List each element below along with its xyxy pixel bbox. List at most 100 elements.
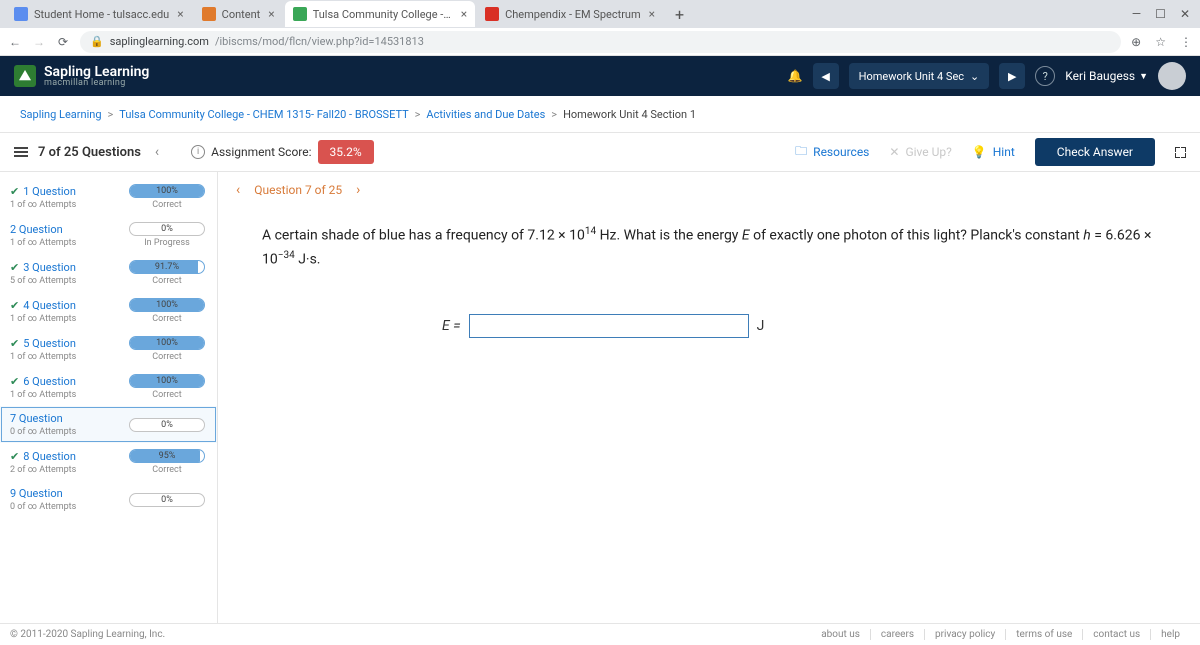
- bell-icon[interactable]: 🔔: [788, 69, 803, 83]
- favicon: [293, 7, 307, 21]
- breadcrumb-item[interactable]: Activities and Due Dates: [426, 108, 545, 121]
- question-row[interactable]: ✔8 Question2 of ∞ Attempts95%Correct: [0, 443, 217, 481]
- question-title: ✔4 Question: [10, 299, 119, 312]
- browser-tab[interactable]: Student Home - tulsacc.edu ×: [6, 1, 192, 27]
- user-name: Keri Baugess: [1065, 69, 1135, 83]
- footer-link[interactable]: about us: [811, 629, 870, 640]
- favicon: [485, 7, 499, 21]
- next-unit-button[interactable]: ▶: [999, 63, 1025, 89]
- info-icon[interactable]: i: [191, 145, 205, 159]
- check-icon: ✔: [10, 375, 19, 388]
- question-list-toggle[interactable]: [14, 146, 28, 158]
- question-status: Correct: [152, 314, 181, 324]
- question-status: Correct: [152, 276, 181, 286]
- assignment-toolbar: 7 of 25 Questions ‹ i Assignment Score: …: [0, 132, 1200, 172]
- tab-close-icon[interactable]: ×: [177, 7, 183, 21]
- minimize-icon[interactable]: —: [1132, 7, 1141, 21]
- tab-label: Content: [222, 8, 261, 21]
- user-menu[interactable]: Keri Baugess ▼: [1065, 69, 1148, 83]
- prev-unit-button[interactable]: ◀: [813, 63, 839, 89]
- score-label: Assignment Score:: [211, 145, 311, 159]
- url-host: saplinglearning.com: [110, 35, 209, 48]
- forward-icon[interactable]: →: [32, 35, 46, 49]
- problem-text: A certain shade of blue has a frequency …: [232, 216, 1186, 280]
- reload-icon[interactable]: ⟳: [56, 35, 70, 49]
- footer-link[interactable]: contact us: [1082, 629, 1150, 640]
- question-attempts: 5 of ∞ Attempts: [10, 276, 119, 286]
- brand-line2: macmillan learning: [44, 79, 149, 88]
- score-pill: 0%: [129, 222, 205, 236]
- hint-button[interactable]: 💡 Hint: [972, 145, 1015, 159]
- tab-close-icon[interactable]: ×: [461, 7, 467, 21]
- check-icon: ✔: [10, 261, 19, 274]
- question-row[interactable]: ✔4 Question1 of ∞ Attempts100%Correct: [0, 292, 217, 330]
- url-path: /ibiscms/mod/flcn/view.php?id=14531813: [215, 35, 424, 48]
- answer-unit: J: [757, 318, 765, 334]
- prev-question-icon[interactable]: ‹: [236, 182, 240, 198]
- tab-label: Student Home - tulsacc.edu: [34, 8, 169, 21]
- fullscreen-icon[interactable]: [1175, 147, 1186, 158]
- question-row[interactable]: ✔3 Question5 of ∞ Attempts91.7%Correct: [0, 254, 217, 292]
- question-status: In Progress: [144, 238, 190, 248]
- zoom-icon[interactable]: ⊕: [1131, 35, 1141, 49]
- next-question-icon[interactable]: ›: [356, 182, 360, 198]
- avatar[interactable]: [1158, 62, 1186, 90]
- question-status: Correct: [152, 352, 181, 362]
- question-title: ✔6 Question: [10, 375, 119, 388]
- browser-tabstrip: Student Home - tulsacc.edu×Content×Tulsa…: [0, 0, 1200, 28]
- question-title: 7 Question: [10, 412, 119, 425]
- tab-close-icon[interactable]: ×: [649, 7, 655, 21]
- maximize-icon[interactable]: ☐: [1155, 7, 1166, 21]
- giveup-label: Give Up?: [905, 145, 951, 159]
- star-icon[interactable]: ☆: [1155, 35, 1166, 49]
- caret-down-icon: ▼: [1139, 71, 1148, 82]
- giveup-button[interactable]: ✕ Give Up?: [889, 145, 951, 159]
- question-row[interactable]: 7 Question 0 of ∞ Attempts 0%: [0, 406, 217, 443]
- footer-link[interactable]: careers: [870, 629, 924, 640]
- kebab-icon[interactable]: ⋮: [1180, 35, 1192, 49]
- score-pill: 100%: [129, 336, 205, 350]
- new-tab-button[interactable]: +: [669, 5, 690, 24]
- tab-label: Tulsa Community College - CHE: [313, 8, 453, 21]
- question-attempts: 1 of ∞ Attempts: [10, 314, 119, 324]
- back-icon[interactable]: ←: [8, 35, 22, 49]
- page-footer: © 2011-2020 Sapling Learning, Inc. about…: [0, 623, 1200, 645]
- footer-link[interactable]: privacy policy: [924, 629, 1005, 640]
- browser-tab[interactable]: Tulsa Community College - CHE ×: [285, 1, 475, 27]
- question-status: Correct: [152, 390, 181, 400]
- breadcrumb-item: Homework Unit 4 Section 1: [563, 108, 696, 121]
- question-row[interactable]: 2 Question1 of ∞ Attempts0%In Progress: [0, 216, 217, 254]
- unit-selector[interactable]: Homework Unit 4 Sec ⌄: [849, 63, 990, 89]
- answer-input[interactable]: [469, 314, 749, 338]
- question-main: ‹ Question 7 of 25 › A certain shade of …: [218, 172, 1200, 623]
- address-bar[interactable]: 🔒 saplinglearning.com/ibiscms/mod/flcn/v…: [80, 31, 1121, 53]
- tab-close-icon[interactable]: ×: [268, 7, 274, 21]
- collapse-chevron-icon[interactable]: ‹: [155, 144, 159, 160]
- browser-toolbar: ← → ⟳ 🔒 saplinglearning.com/ibiscms/mod/…: [0, 28, 1200, 56]
- question-row[interactable]: ✔6 Question1 of ∞ Attempts100%Correct: [0, 368, 217, 406]
- browser-tab[interactable]: Content ×: [194, 1, 283, 27]
- question-row[interactable]: ✔1 Question1 of ∞ Attempts100%Correct: [0, 178, 217, 216]
- question-attempts: 0 of ∞ Attempts: [10, 427, 119, 437]
- question-nav: ‹ Question 7 of 25 ›: [236, 182, 1186, 198]
- breadcrumb-item[interactable]: Sapling Learning: [20, 108, 102, 121]
- check-icon: ✔: [10, 337, 19, 350]
- question-attempts: 1 of ∞ Attempts: [10, 200, 119, 210]
- check-answer-button[interactable]: Check Answer: [1035, 138, 1155, 166]
- resources-button[interactable]: 🗀 Resources: [795, 142, 869, 163]
- footer-link[interactable]: terms of use: [1005, 629, 1082, 640]
- lock-icon: 🔒: [90, 35, 104, 48]
- resources-label: Resources: [813, 145, 869, 159]
- question-row[interactable]: 9 Question0 of ∞ Attempts0%: [0, 481, 217, 518]
- tab-label: Chempendix - EM Spectrum: [505, 8, 641, 21]
- footer-link[interactable]: help: [1150, 629, 1190, 640]
- help-icon[interactable]: ?: [1035, 66, 1055, 86]
- close-window-icon[interactable]: ✕: [1180, 7, 1190, 21]
- question-attempts: 1 of ∞ Attempts: [10, 238, 119, 248]
- question-title: ✔8 Question: [10, 450, 119, 463]
- score-pill: 0%: [129, 418, 205, 432]
- question-attempts: 1 of ∞ Attempts: [10, 352, 119, 362]
- breadcrumb-item[interactable]: Tulsa Community College - CHEM 1315- Fal…: [119, 108, 408, 121]
- browser-tab[interactable]: Chempendix - EM Spectrum ×: [477, 1, 663, 27]
- question-row[interactable]: ✔5 Question1 of ∞ Attempts100%Correct: [0, 330, 217, 368]
